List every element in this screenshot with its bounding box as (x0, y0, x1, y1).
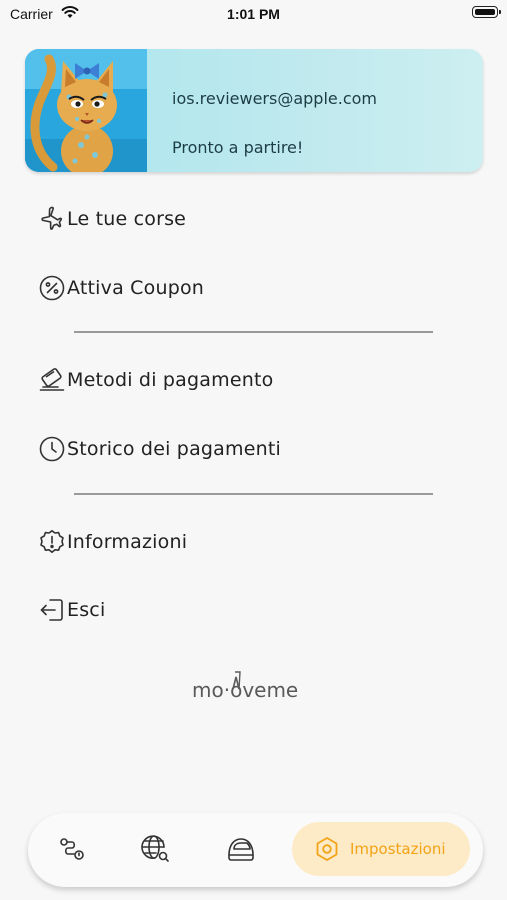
menu-label-rides: Le tue corse (67, 208, 187, 230)
plane-icon (41, 206, 63, 230)
card-pay-icon (39, 368, 65, 391)
menu-item-logout[interactable]: Esci (38, 593, 105, 627)
logo-text: mo·oveme (192, 678, 298, 702)
menu-item-payment-methods[interactable]: Metodi di pagamento (38, 363, 273, 397)
tab-settings-label: Impostazioni (350, 840, 446, 858)
info-badge-icon (40, 530, 64, 553)
globe-search-icon (141, 835, 169, 862)
profile-email: ios.reviewers@apple.com (172, 89, 377, 108)
menu-label-coupon: Attiva Coupon (67, 277, 205, 299)
menu-label-info: Informazioni (67, 531, 188, 553)
menu-divider (74, 331, 433, 333)
menu-divider (74, 493, 433, 495)
avatar (25, 49, 147, 172)
tab-routes[interactable] (56, 833, 88, 865)
tab-helmet[interactable] (225, 833, 257, 865)
tab-settings[interactable]: Impostazioni (292, 822, 470, 876)
profile-status: Pronto a partire! (172, 138, 304, 157)
route-icon (60, 838, 84, 860)
bottom-tab-bar: Impostazioni (28, 813, 483, 887)
status-bar: Carrier 1:01 PM (0, 0, 507, 30)
settings-hex-icon (316, 837, 338, 861)
menu-label-logout: Esci (67, 599, 106, 621)
menu-item-payment-history[interactable]: Storico dei pagamenti (38, 432, 281, 466)
menu-label-payment-methods: Metodi di pagamento (67, 369, 274, 391)
profile-card[interactable]: ios.reviewers@apple.com Pronto a partire… (25, 49, 483, 172)
menu-item-rides[interactable]: Le tue corse (38, 202, 186, 236)
percent-coupon-icon (39, 275, 65, 301)
menu-item-coupon[interactable]: Attiva Coupon (38, 271, 204, 305)
battery-icon (472, 6, 501, 18)
menu-label-payment-history: Storico dei pagamenti (67, 438, 281, 460)
clock-icon (39, 436, 65, 462)
logout-icon (40, 599, 63, 621)
status-time: 1:01 PM (227, 6, 280, 22)
menu-item-info[interactable]: Informazioni (38, 525, 187, 559)
tab-explore[interactable] (140, 833, 172, 865)
moveme-logo: mo·oveme (192, 671, 298, 702)
helmet-icon (228, 838, 254, 861)
